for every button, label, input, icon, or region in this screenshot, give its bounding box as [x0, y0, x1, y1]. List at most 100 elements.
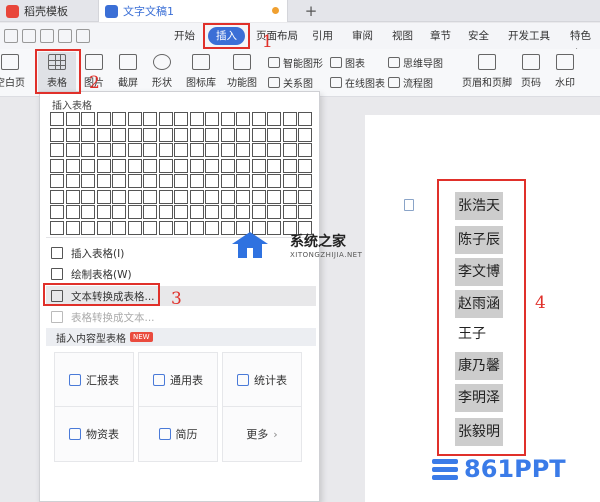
grid-cell[interactable]: [205, 112, 219, 126]
grid-cell[interactable]: [96, 205, 111, 219]
grid-cell[interactable]: [174, 143, 188, 157]
shape-button[interactable]: 形状: [148, 52, 176, 94]
grid-cell[interactable]: [112, 189, 126, 204]
grid-cell[interactable]: [65, 174, 80, 188]
grid-cell[interactable]: [220, 158, 235, 173]
online-chart-button[interactable]: 在线图表: [330, 74, 385, 90]
grid-cell[interactable]: [282, 189, 297, 204]
grid-cell[interactable]: [96, 127, 111, 142]
grid-cell[interactable]: [174, 112, 188, 126]
function-chart-button[interactable]: 功能图: [222, 52, 262, 94]
grid-cell[interactable]: [174, 189, 188, 204]
grid-cell[interactable]: [127, 205, 142, 219]
grid-cell[interactable]: [267, 143, 281, 157]
grid-cell[interactable]: [65, 112, 80, 126]
tab-template[interactable]: 稻壳模板: [0, 0, 95, 22]
paste-options-icon[interactable]: [404, 199, 414, 211]
grid-cell[interactable]: [267, 189, 281, 204]
grid-cell[interactable]: [81, 127, 95, 142]
grid-cell[interactable]: [81, 189, 95, 204]
grid-cell[interactable]: [189, 127, 204, 142]
grid-cell[interactable]: [236, 205, 250, 219]
grid-cell[interactable]: [236, 158, 250, 173]
grid-cell[interactable]: [298, 158, 312, 173]
grid-cell[interactable]: [96, 189, 111, 204]
grid-cell[interactable]: [81, 112, 95, 126]
grid-cell[interactable]: [282, 127, 297, 142]
grid-cell[interactable]: [251, 158, 266, 173]
grid-cell[interactable]: [158, 174, 173, 188]
grid-cell[interactable]: [282, 205, 297, 219]
grid-cell[interactable]: [267, 174, 281, 188]
grid-cell[interactable]: [236, 127, 250, 142]
grid-cell[interactable]: [143, 174, 157, 188]
grid-cell[interactable]: [112, 174, 126, 188]
grid-cell[interactable]: [251, 205, 266, 219]
grid-cell[interactable]: [81, 143, 95, 157]
grid-cell[interactable]: [174, 158, 188, 173]
relation-button[interactable]: 关系图: [268, 74, 313, 90]
grid-cell[interactable]: [298, 112, 312, 126]
grid-cell[interactable]: [127, 189, 142, 204]
undo-icon[interactable]: [58, 29, 72, 43]
grid-cell[interactable]: [220, 127, 235, 142]
materials-table-card[interactable]: 物资表: [54, 406, 134, 462]
menu-page-layout[interactable]: 页面布局: [252, 27, 302, 45]
grid-cell[interactable]: [236, 112, 250, 126]
grid-cell[interactable]: [143, 143, 157, 157]
grid-cell[interactable]: [205, 174, 219, 188]
grid-cell[interactable]: [127, 127, 142, 142]
grid-cell[interactable]: [251, 112, 266, 126]
grid-cell[interactable]: [158, 220, 173, 235]
grid-cell[interactable]: [251, 143, 266, 157]
grid-cell[interactable]: [205, 220, 219, 235]
grid-cell[interactable]: [50, 158, 64, 173]
grid-cell[interactable]: [220, 143, 235, 157]
grid-cell[interactable]: [112, 205, 126, 219]
grid-cell[interactable]: [189, 174, 204, 188]
save-icon[interactable]: [4, 29, 18, 43]
grid-cell[interactable]: [189, 158, 204, 173]
menu-chapter[interactable]: 章节: [426, 27, 455, 45]
grid-cell[interactable]: [96, 220, 111, 235]
icon-library-button[interactable]: 图标库: [184, 52, 218, 94]
more-card[interactable]: 更多 ›: [222, 406, 302, 462]
grid-cell[interactable]: [251, 127, 266, 142]
grid-cell[interactable]: [298, 127, 312, 142]
grid-cell[interactable]: [65, 143, 80, 157]
grid-cell[interactable]: [96, 112, 111, 126]
smart-shape-button[interactable]: 智能图形: [268, 54, 323, 70]
grid-cell[interactable]: [158, 158, 173, 173]
tab-document[interactable]: 文字文稿1: [98, 0, 288, 22]
menu-developer[interactable]: 开发工具: [504, 27, 554, 45]
grid-cell[interactable]: [50, 205, 64, 219]
grid-cell[interactable]: [298, 205, 312, 219]
grid-cell[interactable]: [205, 143, 219, 157]
grid-cell[interactable]: [143, 220, 157, 235]
grid-cell[interactable]: [96, 158, 111, 173]
grid-cell[interactable]: [112, 220, 126, 235]
redo-icon[interactable]: [76, 29, 90, 43]
grid-cell[interactable]: [143, 205, 157, 219]
grid-cell[interactable]: [251, 189, 266, 204]
grid-cell[interactable]: [174, 205, 188, 219]
report-table-card[interactable]: 汇报表: [54, 352, 134, 408]
grid-cell[interactable]: [112, 143, 126, 157]
grid-cell[interactable]: [282, 158, 297, 173]
grid-cell[interactable]: [251, 174, 266, 188]
grid-cell[interactable]: [112, 112, 126, 126]
header-footer-button[interactable]: 页眉和页脚: [460, 52, 514, 94]
draw-table-item[interactable]: 绘制表格(W): [46, 264, 316, 284]
grid-cell[interactable]: [158, 189, 173, 204]
menu-start[interactable]: 开始: [170, 27, 199, 45]
menu-review[interactable]: 审阅: [348, 27, 377, 45]
grid-cell[interactable]: [220, 205, 235, 219]
grid-cell[interactable]: [189, 205, 204, 219]
grid-cell[interactable]: [50, 189, 64, 204]
grid-cell[interactable]: [112, 127, 126, 142]
grid-cell[interactable]: [158, 143, 173, 157]
chart-button[interactable]: 图表: [330, 54, 365, 70]
menu-security[interactable]: 安全: [464, 27, 493, 45]
grid-cell[interactable]: [220, 174, 235, 188]
print-icon[interactable]: [22, 29, 36, 43]
